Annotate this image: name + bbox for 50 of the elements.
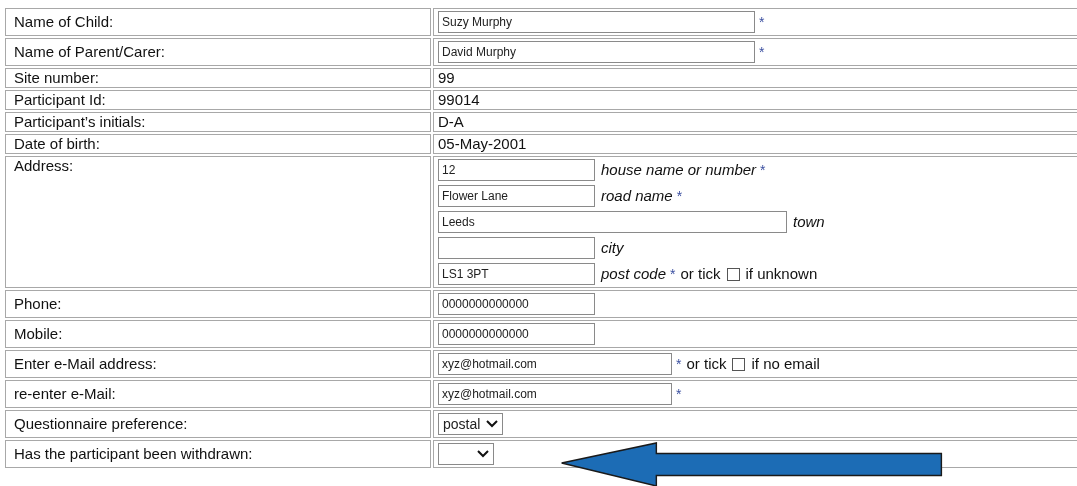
field-label: Site number: [14, 69, 101, 87]
field-hint: house name or number [601, 161, 757, 179]
text-field[interactable]: xyz@hotmail.com [438, 353, 672, 375]
tick-label: if no email [751, 355, 820, 373]
checkbox[interactable] [726, 267, 740, 281]
field-label: Questionnaire preference: [14, 414, 189, 433]
chevron-down-icon [477, 450, 489, 458]
field-value: 99014 [438, 91, 480, 108]
text-field[interactable]: Flower Lane [438, 185, 595, 207]
text-field[interactable]: David Murphy [438, 41, 755, 63]
required-mark: * [759, 13, 765, 31]
field-label: Mobile: [14, 324, 64, 343]
select-field[interactable]: postal [438, 413, 504, 435]
field-value: 05-May-2001 [438, 135, 527, 152]
required-mark: * [759, 43, 765, 61]
field-hint: road name [601, 187, 673, 205]
select-field[interactable] [438, 443, 494, 465]
field-label: Participant’s initials: [14, 113, 147, 131]
field-label: Participant Id: [14, 91, 107, 109]
tick-label: if unknown [745, 265, 818, 283]
tick-prefix: or tick [686, 355, 727, 373]
required-mark: * [676, 355, 682, 373]
field-label: Name of Parent/Carer: [14, 42, 166, 61]
field-hint: city [601, 239, 624, 257]
text-field[interactable]: Leeds [438, 211, 787, 233]
text-field[interactable] [438, 237, 595, 259]
field-label: Phone: [14, 294, 63, 313]
text-field[interactable]: Suzy Murphy [438, 11, 755, 33]
required-mark: * [670, 265, 676, 283]
field-label: Address: [14, 157, 75, 175]
checkbox[interactable] [732, 357, 746, 371]
field-label: Name of Child: [14, 12, 115, 31]
text-field[interactable]: xyz@hotmail.com [438, 383, 672, 405]
text-field[interactable]: LS1 3PT [438, 263, 595, 285]
field-value: D-A [438, 113, 464, 130]
text-field[interactable]: 0000000000000 [438, 293, 595, 315]
field-label: Date of birth: [14, 135, 101, 153]
text-field[interactable]: 0000000000000 [438, 323, 595, 345]
field-label: Has the participant been withdrawn: [14, 444, 254, 463]
required-mark: * [676, 385, 682, 403]
field-label: re-enter e-Mail: [14, 384, 117, 403]
field-value: 99 [438, 69, 455, 86]
tick-prefix: or tick [680, 265, 721, 283]
chevron-down-icon [486, 420, 499, 428]
text-field[interactable]: 12 [438, 159, 595, 181]
required-mark: * [676, 187, 683, 205]
field-label: Enter e-Mail address: [14, 354, 158, 373]
required-mark: * [760, 161, 766, 179]
field-hint: town [793, 213, 825, 231]
field-hint: post code [601, 265, 667, 283]
